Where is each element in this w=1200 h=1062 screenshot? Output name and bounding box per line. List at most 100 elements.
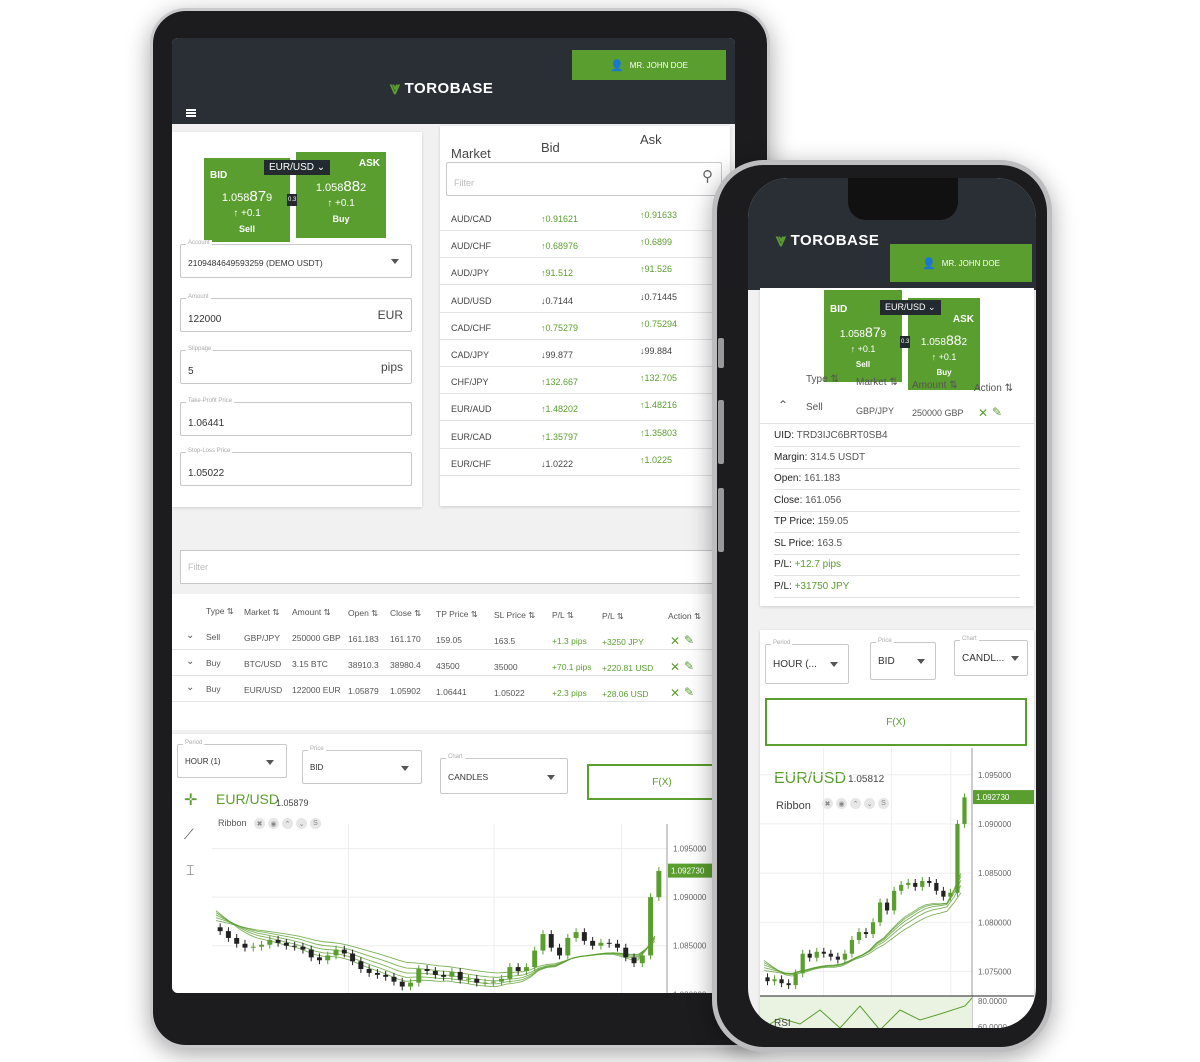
column-header[interactable]: Open ⇅: [348, 608, 378, 619]
take-profit-input[interactable]: Take-Profit Price 1.06441: [180, 398, 412, 436]
market-row[interactable]: EUR/CHF ↓1.0222 ↑1.0225: [440, 449, 730, 476]
market-row[interactable]: EUR/CAD ↑1.35797 ↑1.35803: [440, 422, 730, 449]
column-header[interactable]: TP Price ⇅: [436, 609, 478, 620]
candle: [399, 981, 405, 987]
market-row[interactable]: AUD/CHF ↑0.68976 ↑0.6899: [440, 231, 730, 259]
ask-price: ↑1.48216: [640, 400, 678, 411]
detail-key: SL Price:: [774, 537, 815, 549]
market-row[interactable]: AUD/USD ↓0.7144 ↓0.71445: [440, 286, 730, 313]
logo[interactable]: ⩔ TOROBASE: [390, 78, 493, 99]
column-header[interactable]: Type ⇅: [806, 374, 839, 385]
candle: [225, 931, 231, 938]
market-row[interactable]: CAD/CHF ↑0.75279 ↑0.75294: [440, 313, 730, 340]
chart-type-select[interactable]: Chart CANDLES: [440, 754, 568, 794]
position-pl-pips: +2.3 pips: [552, 688, 587, 699]
edit-position-icon[interactable]: ✎: [684, 685, 694, 699]
position-row[interactable]: ⌄ Buy EUR/USD 122000 EUR 1.05879 1.05902 1.064…: [172, 676, 735, 702]
close-position-icon[interactable]: ✕: [978, 406, 988, 420]
ask-change: ↑ +0.1: [327, 198, 355, 209]
column-header[interactable]: Market ⇅: [856, 377, 898, 388]
candle: [786, 983, 791, 986]
candle: [358, 961, 364, 970]
collapse-chevron-icon[interactable]: ⌃: [778, 398, 788, 412]
column-header[interactable]: SL Price ⇅: [494, 610, 535, 621]
edit-position-icon[interactable]: ✎: [684, 633, 694, 647]
edit-position-icon[interactable]: ✎: [684, 659, 694, 673]
candle: [408, 982, 414, 987]
pair-selector[interactable]: EUR/USD ⌄: [264, 160, 331, 175]
price-select[interactable]: Price BID: [302, 746, 422, 784]
close-position-icon[interactable]: ✕: [670, 634, 680, 648]
pair-selector[interactable]: EUR/USD ⌄: [880, 300, 941, 315]
column-header-market[interactable]: Market: [451, 146, 491, 161]
candle: [507, 967, 513, 979]
column-header-ask[interactable]: Ask: [640, 132, 662, 147]
column-header-bid[interactable]: Bid: [541, 140, 560, 155]
period-select[interactable]: Period HOUR (...: [765, 640, 849, 684]
candle: [828, 953, 833, 957]
position-row[interactable]: ⌄ Buy BTC/USD 3.15 BTC 38910.3 38980.4 43500 35…: [172, 650, 735, 676]
measure-icon[interactable]: ⌶: [186, 862, 194, 879]
column-header[interactable]: Close ⇅: [390, 608, 421, 619]
bid-price: 1.058879: [839, 324, 887, 340]
detail-value: 161.183: [804, 473, 841, 484]
market-row[interactable]: AUD/CAD ↑0.91621 ↑0.91633: [440, 204, 730, 231]
column-header[interactable]: Amount ⇅: [292, 607, 331, 618]
fx-button[interactable]: F(X): [765, 698, 1027, 746]
hamburger-icon[interactable]: [186, 109, 196, 117]
candle: [927, 880, 932, 883]
position-market: GBP/JPY: [856, 406, 895, 416]
column-header[interactable]: P/L ⇅: [602, 611, 624, 622]
stop-loss-input[interactable]: Stop-Loss Price 1.05022: [180, 448, 412, 486]
candle: [565, 937, 571, 956]
expand-chevron-icon[interactable]: ⌄: [186, 630, 194, 641]
y-tick-label: 1.080000: [978, 918, 1012, 927]
position-row[interactable]: ⌄ Sell GBP/JPY 250000 GBP 161.183 161.170 159.…: [172, 624, 735, 650]
market-row[interactable]: CAD/JPY ↓99.877 ↓99.884: [440, 340, 730, 367]
position-market: GBP/JPY: [244, 632, 280, 643]
chevron-down-icon: ⌄: [316, 162, 326, 173]
column-header[interactable]: Type ⇅: [206, 606, 234, 617]
close-position-icon[interactable]: ✕: [670, 660, 680, 674]
candle: [623, 947, 629, 958]
edit-position-icon[interactable]: ✎: [992, 405, 1002, 419]
candle: [821, 951, 826, 954]
position-amount: 122000 EUR: [292, 685, 341, 696]
positions-filter-input[interactable]: Filter: [180, 550, 735, 584]
phone-position-row[interactable]: ⌃ Sell GBP/JPY 250000 GBP ✕ ✎: [760, 394, 1034, 424]
ask-price: 1.058882: [315, 178, 367, 195]
trendline-icon[interactable]: ⟋: [184, 826, 194, 843]
phone-price-chart[interactable]: 1.095000 1.090000 1.085000 1.080000 1.075000…: [760, 748, 1034, 1028]
expand-chevron-icon[interactable]: ⌄: [186, 656, 194, 667]
phone-user-button[interactable]: 👤 MR. JOHN DOE: [890, 244, 1032, 282]
column-header[interactable]: Action ⇅: [668, 611, 701, 622]
close-position-icon[interactable]: ✕: [670, 686, 680, 700]
markets-filter-input[interactable]: Filter ⚲: [446, 162, 722, 196]
phone-logo[interactable]: ⩔ TOROBASE: [776, 230, 879, 251]
user-button[interactable]: 👤 MR. JOHN DOE: [572, 50, 726, 80]
period-select[interactable]: Period HOUR (1): [177, 740, 287, 778]
crosshair-icon[interactable]: ✛: [184, 790, 197, 810]
detail-value: +31750 JPY: [794, 580, 850, 592]
positions-table: Type ⇅ Market ⇅ Amount ⇅ Open ⇅ Close ⇅ TP Pr…: [172, 594, 735, 730]
app-header: ⩔ TOROBASE 👤 MR. JOHN DOE: [172, 38, 735, 124]
market-row[interactable]: EUR/AUD ↑1.48202 ↑1.48216: [440, 394, 730, 422]
tablet-price-chart[interactable]: 1.095000 1.090000 1.085000 1.080000 1.092730: [212, 824, 735, 993]
search-icon[interactable]: ⚲: [702, 167, 713, 185]
market-row[interactable]: AUD/JPY ↑91.512 ↑91.526: [440, 258, 730, 286]
amount-input[interactable]: Amount 122000 EUR: [180, 294, 412, 332]
market-row[interactable]: CHF/JPY ↑132.667 ↑132.705: [440, 367, 730, 395]
column-header[interactable]: Amount ⇅: [912, 380, 958, 391]
detail-row: P/L: +31750 JPY: [774, 577, 1020, 598]
column-header[interactable]: P/L ⇅: [552, 610, 574, 621]
position-type: Sell: [206, 632, 221, 642]
slippage-input[interactable]: Slippage 5 pips: [180, 346, 412, 384]
chart-type-select[interactable]: Chart CANDL...: [954, 636, 1028, 676]
spread-badge: 0.3: [900, 336, 911, 348]
candle: [842, 953, 848, 960]
account-select[interactable]: Account 2109484649593259 (DEMO USDT): [180, 240, 412, 278]
price-select[interactable]: Price BID: [870, 638, 936, 680]
column-header[interactable]: Market ⇅: [244, 607, 279, 618]
expand-chevron-icon[interactable]: ⌄: [186, 682, 194, 693]
column-header[interactable]: Action ⇅: [974, 383, 1013, 394]
